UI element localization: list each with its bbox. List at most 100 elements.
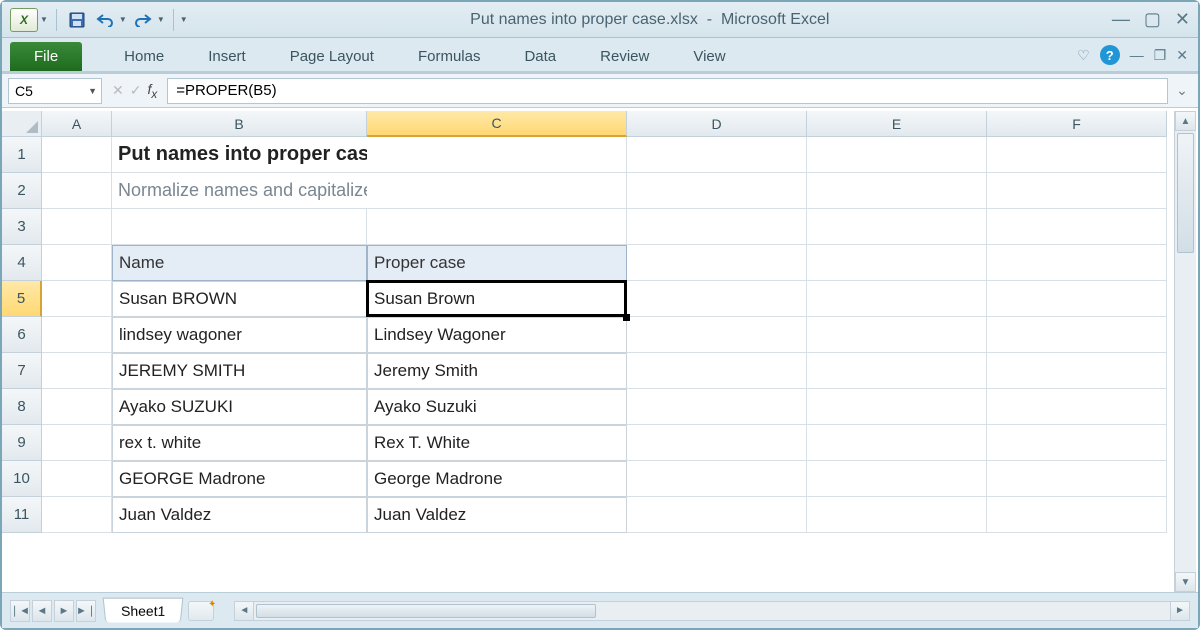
row-header-3[interactable]: 3 xyxy=(2,209,42,245)
scroll-left-button[interactable]: ◄ xyxy=(234,601,254,621)
table-cell[interactable]: JEREMY SMITH xyxy=(112,353,367,389)
customize-qat-icon[interactable]: ▼ xyxy=(180,15,188,24)
table-cell[interactable]: Susan BROWN xyxy=(112,281,367,317)
workbook-minimize-icon[interactable]: ― xyxy=(1130,47,1144,63)
close-button[interactable]: ✕ xyxy=(1175,9,1190,30)
cell-title[interactable]: Put names into proper case xyxy=(112,137,367,173)
cell[interactable] xyxy=(627,173,807,209)
cell[interactable] xyxy=(367,173,627,209)
cell[interactable] xyxy=(807,353,987,389)
cell[interactable] xyxy=(987,209,1167,245)
row-header-10[interactable]: 10 xyxy=(2,461,42,497)
excel-icon[interactable]: X xyxy=(10,8,38,32)
cell[interactable] xyxy=(987,137,1167,173)
tab-home[interactable]: Home xyxy=(102,42,186,71)
cell[interactable] xyxy=(807,245,987,281)
sheet-tab[interactable]: Sheet1 xyxy=(103,598,184,623)
table-cell[interactable]: rex t. white xyxy=(112,425,367,461)
tab-insert[interactable]: Insert xyxy=(186,42,268,71)
vertical-scrollbar[interactable]: ▲ ▼ xyxy=(1174,111,1196,592)
cell[interactable] xyxy=(807,317,987,353)
cell[interactable] xyxy=(42,353,112,389)
cell[interactable] xyxy=(627,497,807,533)
cell[interactable] xyxy=(987,461,1167,497)
cell[interactable] xyxy=(42,137,112,173)
column-header-d[interactable]: D xyxy=(627,111,807,137)
row-header-2[interactable]: 2 xyxy=(2,173,42,209)
cell[interactable] xyxy=(42,173,112,209)
cell[interactable] xyxy=(627,245,807,281)
workbook-restore-icon[interactable]: ❐ xyxy=(1154,47,1167,64)
help-icon[interactable]: ? xyxy=(1100,45,1120,65)
table-cell[interactable]: Juan Valdez xyxy=(367,497,627,533)
row-header-9[interactable]: 9 xyxy=(2,425,42,461)
cell[interactable] xyxy=(42,209,112,245)
scroll-up-button[interactable]: ▲ xyxy=(1175,111,1196,131)
undo-button[interactable] xyxy=(93,9,117,31)
cell[interactable] xyxy=(807,389,987,425)
active-cell[interactable]: Susan Brown xyxy=(367,281,627,317)
row-header-1[interactable]: 1 xyxy=(2,137,42,173)
cell[interactable] xyxy=(42,245,112,281)
prev-sheet-button[interactable]: ◄ xyxy=(32,600,52,622)
tab-review[interactable]: Review xyxy=(578,42,671,71)
cell[interactable] xyxy=(807,425,987,461)
scroll-right-button[interactable]: ► xyxy=(1170,601,1190,621)
insert-function-button[interactable]: fx xyxy=(147,81,157,101)
cell[interactable] xyxy=(807,461,987,497)
cell[interactable] xyxy=(42,389,112,425)
cell[interactable] xyxy=(987,425,1167,461)
table-cell[interactable]: Lindsey Wagoner xyxy=(367,317,627,353)
cell[interactable] xyxy=(367,137,627,173)
save-button[interactable] xyxy=(65,9,89,31)
cell[interactable] xyxy=(807,173,987,209)
row-header-5[interactable]: 5 xyxy=(2,281,42,317)
table-cell[interactable]: lindsey wagoner xyxy=(112,317,367,353)
table-cell[interactable]: Jeremy Smith xyxy=(367,353,627,389)
cell[interactable] xyxy=(987,245,1167,281)
cell[interactable] xyxy=(42,425,112,461)
row-header-8[interactable]: 8 xyxy=(2,389,42,425)
cell[interactable] xyxy=(627,281,807,317)
scroll-down-button[interactable]: ▼ xyxy=(1175,572,1196,592)
table-header-proper[interactable]: Proper case xyxy=(367,245,627,281)
name-box-dropdown-icon[interactable]: ▼ xyxy=(88,86,97,96)
formula-bar[interactable]: =PROPER(B5) xyxy=(167,78,1168,104)
column-header-c[interactable]: C xyxy=(367,111,627,137)
column-header-b[interactable]: B xyxy=(112,111,367,137)
cell[interactable] xyxy=(987,353,1167,389)
tab-data[interactable]: Data xyxy=(502,42,578,71)
cell[interactable] xyxy=(807,497,987,533)
column-header-e[interactable]: E xyxy=(807,111,987,137)
select-all-button[interactable] xyxy=(2,111,42,137)
cell[interactable] xyxy=(627,425,807,461)
cell[interactable] xyxy=(987,281,1167,317)
tab-page-layout[interactable]: Page Layout xyxy=(268,42,396,71)
new-sheet-button[interactable] xyxy=(188,601,214,621)
table-cell[interactable]: Rex T. White xyxy=(367,425,627,461)
cell-subtitle[interactable]: Normalize names and capitalize first let… xyxy=(112,173,367,209)
cell[interactable] xyxy=(987,497,1167,533)
cell[interactable] xyxy=(807,281,987,317)
file-tab[interactable]: File xyxy=(10,42,82,71)
hscroll-thumb[interactable] xyxy=(256,604,596,618)
cell[interactable] xyxy=(987,317,1167,353)
minimize-button[interactable]: ― xyxy=(1112,9,1130,30)
cell[interactable] xyxy=(987,173,1167,209)
row-header-7[interactable]: 7 xyxy=(2,353,42,389)
cancel-formula-icon[interactable]: ✕ xyxy=(112,82,124,99)
cell[interactable] xyxy=(627,317,807,353)
column-header-a[interactable]: A xyxy=(42,111,112,137)
cell[interactable] xyxy=(807,209,987,245)
name-box[interactable]: C5▼ xyxy=(8,78,102,104)
cell[interactable] xyxy=(42,281,112,317)
column-header-f[interactable]: F xyxy=(987,111,1167,137)
table-cell[interactable]: Ayako SUZUKI xyxy=(112,389,367,425)
table-header-name[interactable]: Name xyxy=(112,245,367,281)
row-header-4[interactable]: 4 xyxy=(2,245,42,281)
fill-handle[interactable] xyxy=(623,314,630,321)
horizontal-scrollbar[interactable]: ◄ ► xyxy=(234,601,1190,621)
cell[interactable] xyxy=(112,209,367,245)
table-cell[interactable]: Ayako Suzuki xyxy=(367,389,627,425)
cell[interactable] xyxy=(987,389,1167,425)
